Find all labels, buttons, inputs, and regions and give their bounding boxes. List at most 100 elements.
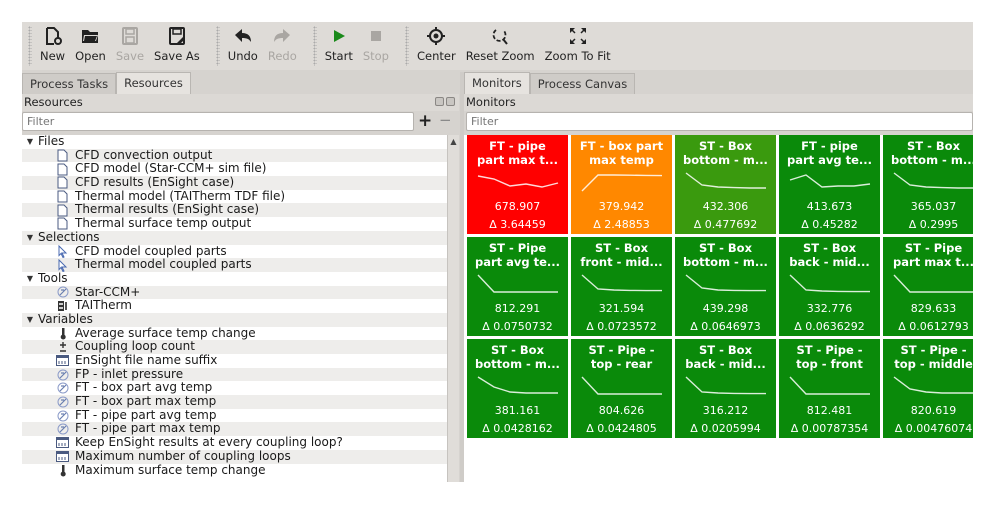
monitor-trend-sparkline <box>685 376 766 395</box>
tree-item-label: CFD model coupled parts <box>75 243 227 258</box>
main-toolbar: New Open Save Save As Undo Redo Start St… <box>22 22 973 70</box>
zoom-to-fit-button[interactable]: Zoom To Fit <box>541 22 615 63</box>
tree-item[interactable]: CFD results (EnSight case) <box>22 175 447 190</box>
tree-item[interactable]: Keep EnSight results at every coupling l… <box>22 435 447 450</box>
scroll-up-arrow-icon[interactable]: ▲ <box>448 137 459 146</box>
toolbar-grip[interactable] <box>404 26 409 66</box>
toolbar-grip[interactable] <box>28 26 32 66</box>
new-file-icon <box>41 25 65 47</box>
close-icon[interactable] <box>446 97 455 106</box>
tree-group[interactable]: ▼ Variables <box>22 312 447 327</box>
tree-item[interactable]: FP - inlet pressure <box>22 367 447 382</box>
tree-item[interactable]: Maximum surface temp change <box>22 463 447 478</box>
tree-item[interactable]: EnSight file name suffix <box>22 353 447 368</box>
monitor-card[interactable]: FT - pipe part max t... 678.907 Δ 3.64459 <box>467 135 568 234</box>
toolbar-grip[interactable] <box>215 26 220 66</box>
monitor-card[interactable]: ST - Box bottom - m... 381.161 Δ 0.0428162 <box>467 339 568 438</box>
tree-group[interactable]: ▼ Files <box>22 135 447 149</box>
tree-item[interactable]: FT - box part max temp <box>22 394 447 409</box>
tree-item[interactable]: Coupling loop count <box>22 340 447 354</box>
toolbar-grip[interactable] <box>312 26 317 66</box>
tree-item-label: Average surface temp change <box>75 325 256 340</box>
monitor-value: 678.907 <box>494 200 541 213</box>
tree-item[interactable]: CFD model coupled parts <box>22 243 447 259</box>
undo-button[interactable]: Undo <box>224 22 262 63</box>
new-button[interactable]: New <box>36 22 69 63</box>
undock-icon[interactable] <box>435 97 444 106</box>
open-button[interactable]: Open <box>71 22 110 63</box>
sparkline-path <box>685 376 766 395</box>
tree-item-label: Tools <box>38 270 68 285</box>
tree-item[interactable]: Thermal surface temp output <box>22 216 447 231</box>
resources-filter-input[interactable] <box>22 112 414 131</box>
save-as-button[interactable]: Save As <box>150 22 204 63</box>
tree-group[interactable]: ▼ Tools <box>22 270 447 286</box>
monitor-card[interactable]: ST - Box back - mid... 316.212 Δ 0.0205994 <box>675 339 776 438</box>
tab-process-tasks[interactable]: Process Tasks <box>22 73 117 94</box>
tree-item[interactable]: FT - pipe part avg temp <box>22 408 447 423</box>
tool-icon <box>56 423 69 435</box>
redo-button[interactable]: Redo <box>264 22 301 63</box>
monitor-card[interactable]: ST - Pipe - top - rear 804.626 Δ 0.0424805 <box>571 339 672 438</box>
tab-resources[interactable]: Resources <box>116 72 191 94</box>
monitor-delta: Δ 0.0205994 <box>690 422 761 435</box>
expand-arrow-icon[interactable]: ▼ <box>24 313 36 327</box>
zoom-fit-icon <box>566 25 590 47</box>
expand-arrow-icon[interactable]: ▼ <box>24 231 36 245</box>
add-resource-button[interactable]: + <box>418 111 432 131</box>
tree-item[interactable]: FT - box part avg temp <box>22 381 447 395</box>
monitor-card[interactable]: ST - Box bottom - m... 432.306 Δ 0.477692 <box>675 135 776 234</box>
tree-item[interactable]: Thermal results (EnSight case) <box>22 203 447 218</box>
file-icon <box>56 163 69 176</box>
tree-item[interactable]: Maximum number of coupling loops <box>22 449 447 464</box>
tree-item[interactable]: Thermal model (TAITherm TDF file) <box>22 189 447 204</box>
monitor-value: 332.776 <box>806 302 853 315</box>
monitor-card[interactable]: FT - box part max temp 379.942 Δ 2.48853 <box>571 135 672 234</box>
monitor-value: 829.633 <box>910 302 957 315</box>
monitor-card[interactable]: FT - pipe part avg te... 413.673 Δ 0.45282 <box>779 135 880 234</box>
tree-item[interactable]: Star-CCM+ <box>22 285 447 300</box>
tree-group[interactable]: ▼ Selections <box>22 230 447 245</box>
monitor-card[interactable]: ST - Pipe - top - front 812.481 Δ 0.007873… <box>779 339 880 438</box>
monitor-delta: Δ 0.0750732 <box>482 320 553 333</box>
remove-resource-button[interactable]: − <box>439 111 452 129</box>
monitors-panel-header: Monitors <box>464 94 973 111</box>
tree-scrollbar[interactable]: ▲ <box>447 135 459 482</box>
zoom-reset-icon <box>488 25 512 47</box>
reset-zoom-button[interactable]: Reset Zoom <box>462 22 539 63</box>
tree-item[interactable]: Average surface temp change <box>22 325 447 341</box>
monitor-value: 812.481 <box>806 404 853 417</box>
save-button[interactable]: Save <box>112 22 148 63</box>
tree-item[interactable]: CFD model (Star-CCM+ sim file) <box>22 162 447 176</box>
tree-item-label: Files <box>38 135 65 148</box>
tree-item[interactable]: Thermal model coupled parts <box>22 257 447 272</box>
monitor-card[interactable]: ST - Pipe part avg te... 812.291 Δ 0.07507… <box>467 237 568 336</box>
tree-item[interactable]: FT - pipe part max temp <box>22 422 447 437</box>
redo-icon <box>270 25 294 47</box>
start-button[interactable]: Start <box>321 22 357 63</box>
sparkline-path <box>685 172 766 189</box>
save-icon <box>118 25 142 47</box>
monitor-card[interactable]: ST - Box front - mid... 321.594 Δ 0.072357… <box>571 237 672 336</box>
monitor-card[interactable]: ST - Box bottom - m... 439.298 Δ 0.0646973 <box>675 237 776 336</box>
monitor-title: ST - Box bottom - m... <box>891 139 973 167</box>
stop-button[interactable]: Stop <box>359 22 393 63</box>
tab-process-canvas[interactable]: Process Canvas <box>529 73 636 94</box>
tab-monitors[interactable]: Monitors <box>464 72 530 94</box>
tree-item[interactable]: CFD convection output <box>22 148 447 163</box>
monitor-card[interactable]: ST - Pipe part max t... 829.633 Δ 0.061279… <box>883 237 973 336</box>
monitor-card[interactable]: ST - Pipe - top - middle 820.619 Δ 0.00476… <box>883 339 973 438</box>
monitor-card[interactable]: ST - Box back - mid... 332.776 Δ 0.0636292 <box>779 237 880 336</box>
center-button[interactable]: Center <box>413 22 460 63</box>
expand-arrow-icon[interactable]: ▼ <box>24 272 36 286</box>
tree-item[interactable]: TAITherm <box>22 299 447 313</box>
expand-arrow-icon[interactable]: ▼ <box>24 135 36 149</box>
text-field-icon <box>56 355 69 367</box>
monitors-filter-input[interactable] <box>466 112 973 131</box>
tree-item-label: TAITherm <box>75 298 132 313</box>
tool-icon <box>56 396 69 408</box>
sparkline-path <box>892 274 973 293</box>
monitor-card[interactable]: ST - Box bottom - m... 365.037 Δ 0.2995 <box>883 135 973 234</box>
resources-tree: ▼ Files CFD convection output CFD model (St… <box>22 135 447 482</box>
tree-item-label: Keep EnSight results at every coupling l… <box>75 435 343 450</box>
